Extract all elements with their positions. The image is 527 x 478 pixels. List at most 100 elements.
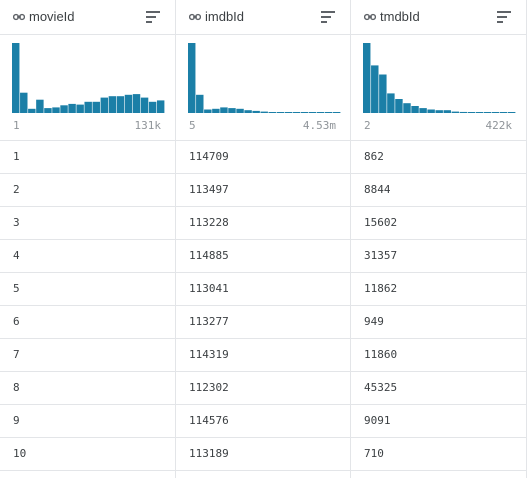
column-header-imdbid[interactable]: imdbId [176,0,350,35]
table-cell[interactable]: 113189 [176,438,350,471]
column-name: imdbId [205,9,245,24]
histogram-bar [124,94,133,113]
range-max: 422k [485,119,513,132]
table-cell[interactable]: 862 [351,141,526,174]
table-cell[interactable]: 9 [0,405,175,438]
range-min: 2 [364,119,371,132]
histogram-movieid: 1 131k [0,36,175,141]
table-cell[interactable]: 113041 [176,273,350,306]
cell-value: 113041 [189,282,229,295]
histogram-bar [84,101,92,113]
histogram-bar [427,109,435,113]
table-cell[interactable]: 112302 [176,372,350,405]
table-cell[interactable]: 11862 [351,273,526,306]
table-cell[interactable]: 15602 [351,207,526,240]
table-cell[interactable]: 2 [0,174,175,207]
column-imdbid: imdbId 5 4.53m 114709 113497 113228 114885 1… [176,0,351,478]
histogram-bar [284,112,293,113]
histogram-bar [395,99,403,113]
histogram-bar [316,112,325,113]
histogram-bar [324,112,333,113]
table-cell[interactable]: 6 [0,306,175,339]
table-cell[interactable]: 114709 [176,141,350,174]
cell-value: 5 [13,282,20,295]
cell-value: 114885 [189,249,229,262]
cell-value: 11860 [364,348,398,361]
cell-value: 15602 [364,216,398,229]
column-header-tmdbid[interactable]: tmdbId [351,0,526,35]
cell-value: 11862 [364,282,398,295]
histogram-bar [100,97,109,113]
histogram-bar [300,112,309,113]
table-cell[interactable]: 1 [0,141,175,174]
table-cell[interactable]: 4 [0,240,175,273]
sort-menu-icon[interactable] [321,11,335,23]
histogram-bar [435,110,443,113]
histogram-tmdbid: 2 422k [351,36,526,141]
range-max: 4.53m [302,119,336,132]
histogram-bar [443,110,451,113]
cell-value: 10 [13,447,27,460]
table-cell[interactable]: 3 [0,207,175,240]
cell-value: 113277 [189,315,229,328]
cell-value: 45325 [364,381,398,394]
table-cell[interactable]: 114576 [176,405,350,438]
histogram-bar [108,96,117,113]
table-cell[interactable]: 710 [351,438,526,471]
table-cell[interactable]: 114319 [176,339,350,372]
table-cell[interactable]: 949 [351,306,526,339]
column-header-movieid[interactable]: movieId [0,0,175,35]
histogram-bar [156,100,165,113]
histogram-bar [212,108,220,113]
table-cell[interactable]: 114885 [176,240,350,273]
histogram-bar [220,107,228,113]
range-min: 1 [13,119,20,132]
histogram-bar [52,107,60,113]
table-cell[interactable]: 7 [0,339,175,372]
histogram-bar [148,101,157,113]
histogram-bar [379,74,387,113]
cell-value: 8844 [364,183,391,196]
table-cell[interactable]: 31357 [351,240,526,273]
cell-value: 113228 [189,216,229,229]
key-icon [13,13,25,21]
histogram-bar [244,110,252,113]
histogram-bar [12,43,20,113]
cell-value: 862 [364,150,384,163]
table-cell[interactable]: 8844 [351,174,526,207]
histogram-bar [475,112,484,113]
table-cell[interactable]: 113228 [176,207,350,240]
column-movieid: movieId 1 131k 1 2 3 4 5 6 7 8 9 10 [0,0,176,478]
range-max: 131k [134,119,162,132]
histogram-bar [308,112,317,113]
histogram-bar [252,110,260,113]
column-name: movieId [29,9,75,24]
table-cell[interactable]: 9091 [351,405,526,438]
histogram-chart [363,43,516,113]
histogram-bar [268,112,276,113]
key-icon [364,13,376,21]
histogram-bar [140,97,149,113]
table-cell[interactable]: 113277 [176,306,350,339]
sort-menu-icon[interactable] [146,11,160,23]
histogram-bar [92,101,100,113]
cell-value: 949 [364,315,384,328]
cell-value: 6 [13,315,20,328]
histogram-bar [491,112,500,113]
table-cell[interactable]: 10 [0,438,175,471]
sort-menu-icon[interactable] [497,11,511,23]
histogram-bar [419,108,427,113]
cell-value: 4 [13,249,20,262]
range-min: 5 [189,119,196,132]
histogram-bar [363,43,371,113]
table-cell[interactable]: 45325 [351,372,526,405]
cell-value: 113189 [189,447,229,460]
table-cell[interactable]: 8 [0,372,175,405]
histogram-chart [12,43,165,113]
table-cell[interactable]: 113497 [176,174,350,207]
cell-value: 114319 [189,348,229,361]
table-cell[interactable]: 5 [0,273,175,306]
table-cell[interactable]: 11860 [351,339,526,372]
histogram-bar [292,112,301,113]
cell-value: 3 [13,216,20,229]
